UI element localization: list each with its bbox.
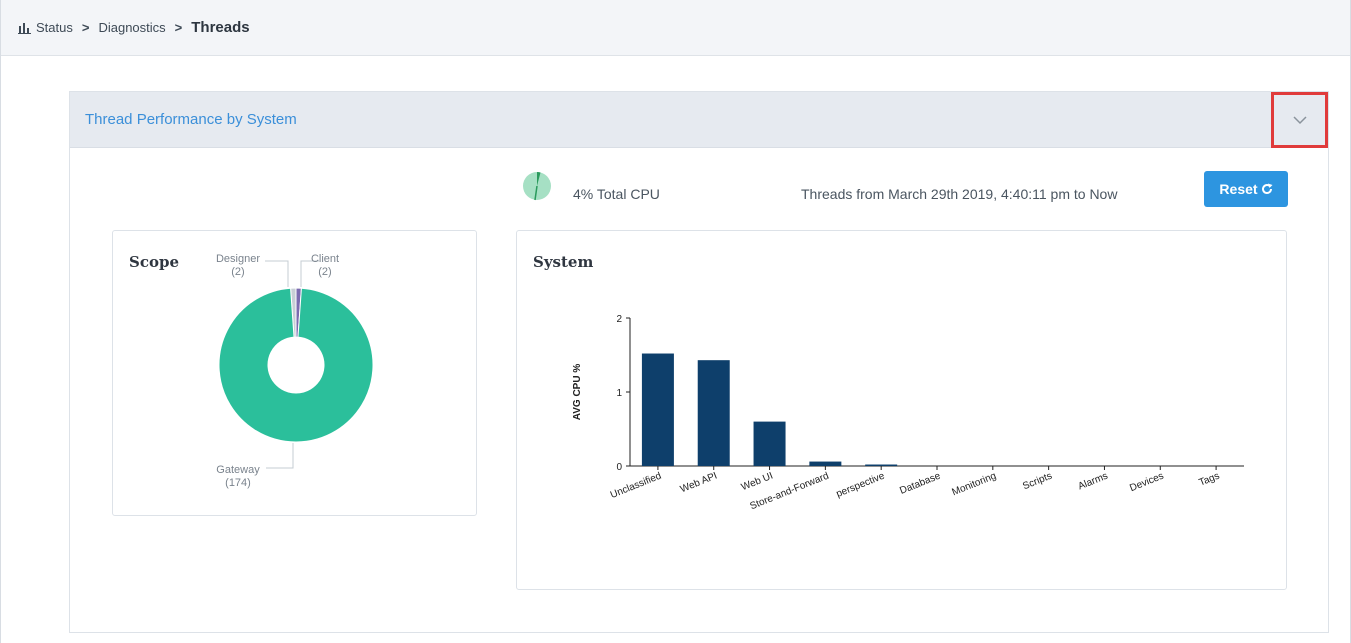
designer-name: Designer [215,253,261,265]
thread-performance-panel: Thread Performance by System 4% Total CP… [69,91,1329,633]
collapse-button[interactable] [1271,92,1328,148]
scope-card: Scope Designer (2) Client (2) Gateway (1… [112,230,477,516]
bar-web-ui[interactable] [753,421,786,466]
donut-leader-line [266,443,294,469]
chevron-down-icon [1292,115,1307,124]
breadcrumb-status[interactable]: Status [36,20,73,35]
panel-header[interactable]: Thread Performance by System [70,92,1328,148]
breadcrumb: Status > Diagnostics > Threads [1,0,1350,56]
y-axis-label: AVG CPU % [572,364,583,421]
designer-count: (2) [231,266,245,278]
y-tick-label: 0 [616,462,622,473]
donut-leader-line [265,260,289,287]
gateway-name: Gateway [216,464,260,476]
system-card: System 0 1 2 AVG CPU % Unclassified Web API We… [516,230,1287,590]
scope-donut-chart [218,260,374,469]
client-label: Client (2) [307,253,343,279]
gateway-label: Gateway (174) [213,464,263,490]
x-tick-label: Monitoring [951,471,998,499]
x-tick-label: Tags [1198,471,1222,489]
cpu-gauge-icon [523,172,551,201]
x-tick-label: Web UI [740,471,775,494]
reset-button[interactable]: Reset [1204,171,1288,207]
system-bar-chart: 012AVG CPU %Unclassified Web API Web UISto… [572,314,1244,512]
panel-title[interactable]: Thread Performance by System [85,111,297,128]
gateway-count: (174) [225,477,251,489]
client-count: (2) [318,266,332,278]
bar-web-api[interactable] [697,360,730,466]
x-tick-label: Database [898,470,942,496]
bar-store-and-forward[interactable] [809,461,842,466]
total-cpu-label: 4% Total CPU [573,186,660,202]
bar-chart-icon [18,23,31,34]
y-tick-label: 1 [616,388,622,399]
reset-button-label: Reset [1219,181,1258,197]
x-tick-label: Alarms [1077,471,1110,493]
breadcrumb-diagnostics[interactable]: Diagnostics [98,20,165,35]
designer-label: Designer (2) [213,253,263,279]
client-name: Client [310,253,340,265]
x-tick-label: perspective [835,470,887,500]
bar-unclassified[interactable] [641,353,674,466]
x-tick-label: Web API [679,471,719,496]
y-tick-label: 2 [616,314,622,325]
x-tick-label: Unclassified [609,471,663,501]
app-frame: Status > Diagnostics > Threads Thread Pe… [0,0,1351,643]
x-tick-label: Scripts [1021,471,1053,493]
refresh-icon [1261,183,1273,195]
threads-range-label: Threads from March 29th 2019, 4:40:11 pm… [801,186,1118,202]
breadcrumb-separator: > [174,20,183,35]
bar-perspective[interactable] [865,464,898,466]
breadcrumb-separator: > [81,20,90,35]
page-title: Threads [191,19,250,36]
x-tick-label: Devices [1128,471,1165,495]
